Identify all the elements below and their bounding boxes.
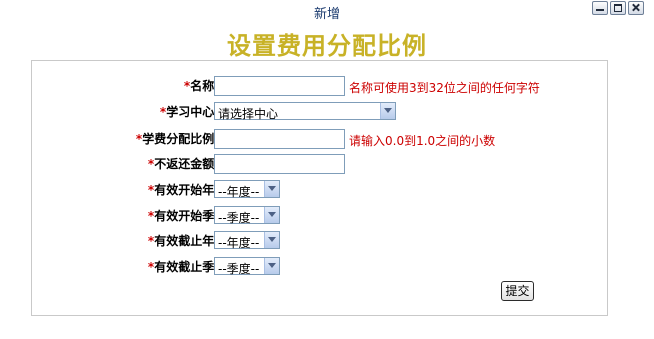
start-quarter-label: *有效开始季: [147, 209, 219, 223]
end-year-select[interactable]: --年度-- [214, 231, 280, 250]
row-ratio: *学费分配比例: 请输入0.0到1.0之间的小数 [32, 126, 607, 150]
name-hint: 名称可使用3到32位之间的任何字符 [349, 81, 540, 95]
start-quarter-select-value: --季度-- [218, 211, 260, 225]
start-year-label: *有效开始年: [147, 183, 219, 197]
close-icon[interactable] [628, 1, 644, 15]
chevron-down-icon[interactable] [264, 258, 279, 274]
end-quarter-select-value: --季度-- [218, 262, 260, 276]
start-quarter-select[interactable]: --季度-- [214, 206, 280, 225]
window-controls [592, 1, 644, 15]
row-start-quarter: *有效开始季: --季度-- [32, 203, 607, 227]
nonrefund-input[interactable] [214, 154, 345, 174]
chevron-down-icon[interactable] [380, 103, 395, 119]
maximize-icon[interactable] [610, 1, 626, 15]
form-panel: *名称: 名称可使用3到32位之间的任何字符 *学习中心: 请选择中心 *学费分… [31, 60, 608, 316]
ratio-label: *学费分配比例: [135, 132, 219, 146]
row-end-quarter: *有效截止季: --季度-- [32, 254, 607, 278]
end-quarter-select[interactable]: --季度-- [214, 257, 280, 276]
nonrefund-label: *不返还金额: [147, 157, 219, 171]
row-nonrefund: *不返还金额: [32, 151, 607, 175]
end-year-label: *有效截止年: [147, 234, 219, 248]
row-center: *学习中心: 请选择中心 [32, 99, 607, 123]
chevron-down-icon[interactable] [264, 232, 279, 248]
submit-button[interactable]: 提交 [501, 281, 534, 301]
window-titlebar: 新增 [0, 0, 654, 22]
name-input[interactable] [214, 76, 345, 96]
start-year-select-value: --年度-- [218, 185, 260, 199]
center-select[interactable]: 请选择中心 [214, 102, 396, 121]
window-title: 新增 [313, 7, 340, 22]
chevron-down-icon[interactable] [264, 207, 279, 223]
center-label: *学习中心: [159, 105, 219, 119]
page-title: 设置费用分配比例 [227, 31, 427, 60]
row-end-year: *有效截止年: --年度-- [32, 228, 607, 252]
ratio-input[interactable] [214, 129, 345, 149]
end-quarter-label: *有效截止季: [147, 260, 219, 274]
ratio-hint: 请输入0.0到1.0之间的小数 [349, 134, 496, 148]
end-year-select-value: --年度-- [218, 236, 260, 250]
chevron-down-icon[interactable] [264, 181, 279, 197]
start-year-select[interactable]: --年度-- [214, 180, 280, 199]
row-start-year: *有效开始年: --年度-- [32, 177, 607, 201]
center-select-value: 请选择中心 [218, 107, 279, 121]
row-name: *名称: 名称可使用3到32位之间的任何字符 [32, 73, 607, 97]
minimize-icon[interactable] [592, 1, 608, 15]
